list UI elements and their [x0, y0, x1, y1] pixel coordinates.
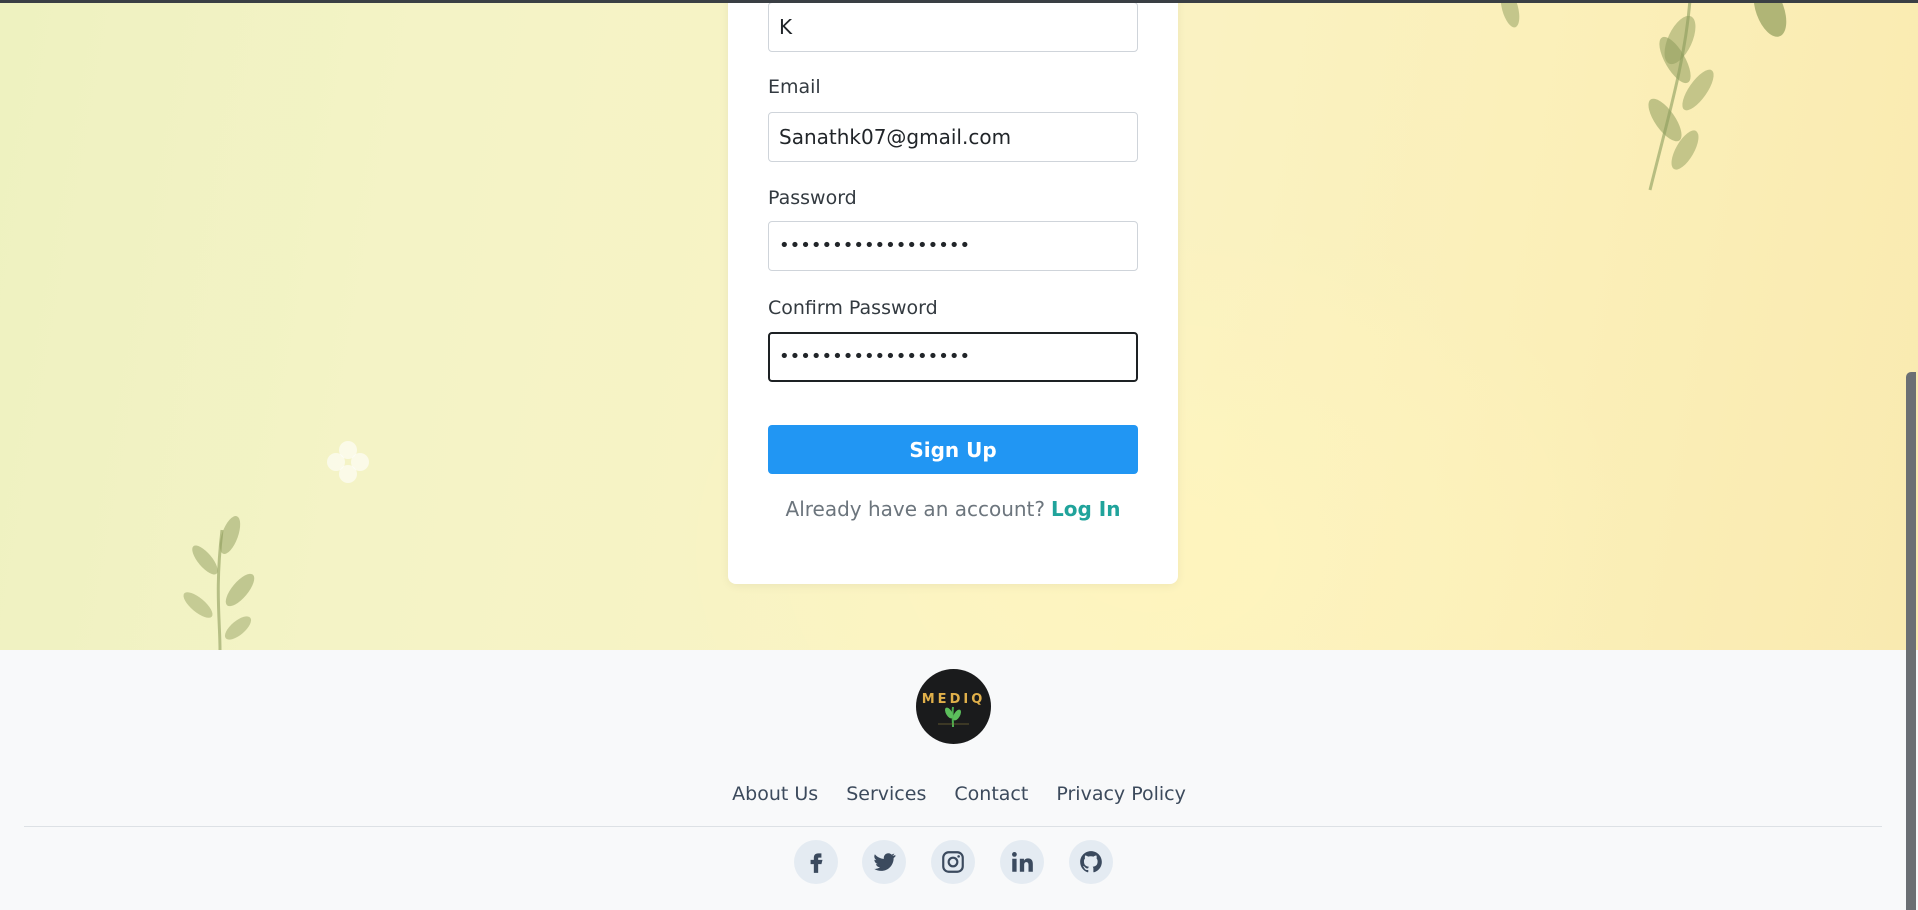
confirm-password-label: Confirm Password — [768, 297, 938, 319]
email-label: Email — [768, 76, 821, 98]
github-icon — [1080, 851, 1102, 873]
plant-decoration-icon — [183, 516, 255, 650]
page-scrollbar[interactable] — [1906, 372, 1916, 910]
email-field[interactable]: Sanathk07@gmail.com — [768, 112, 1138, 162]
footer-link-services[interactable]: Services — [846, 783, 926, 805]
twitter-link[interactable] — [862, 840, 906, 884]
login-prompt: Already have an account? Log In — [728, 497, 1178, 521]
name-field[interactable]: K — [768, 2, 1138, 52]
flower-decoration-icon — [327, 441, 369, 483]
site-logo[interactable]: MEDIQ — [916, 669, 991, 744]
footer-divider — [24, 826, 1882, 827]
twitter-icon — [874, 853, 896, 871]
linkedin-icon — [1012, 852, 1033, 872]
linkedin-link[interactable] — [1000, 840, 1044, 884]
github-link[interactable] — [1069, 840, 1113, 884]
hero-background: K Email Sanathk07@gmail.com Password •••… — [0, 0, 1918, 650]
already-have-account-text: Already have an account? — [785, 497, 1046, 521]
footer-link-about[interactable]: About Us — [732, 783, 818, 805]
facebook-icon — [810, 853, 823, 873]
instagram-link[interactable] — [931, 840, 975, 884]
footer-link-contact[interactable]: Contact — [954, 783, 1028, 805]
logo-text: MEDIQ — [922, 692, 986, 707]
password-label: Password — [768, 187, 857, 209]
instagram-icon — [942, 851, 964, 873]
facebook-link[interactable] — [794, 840, 838, 884]
top-border — [0, 0, 1918, 3]
login-link[interactable]: Log In — [1051, 497, 1120, 521]
logo-icon: MEDIQ — [922, 692, 986, 728]
password-field[interactable]: •••••••••••••••••• — [768, 221, 1138, 271]
signup-button[interactable]: Sign Up — [768, 425, 1138, 474]
confirm-password-field[interactable]: •••••••••••••••••• — [768, 332, 1138, 382]
footer-nav: About Us Services Contact Privacy Policy — [0, 783, 1918, 805]
leaves-decoration-icon — [1500, 0, 1787, 191]
footer-link-privacy[interactable]: Privacy Policy — [1056, 783, 1185, 805]
